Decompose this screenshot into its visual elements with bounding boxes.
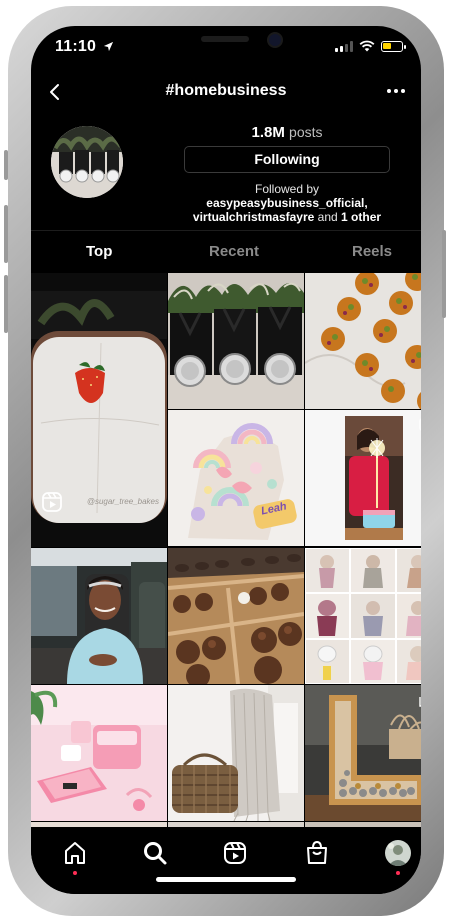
battery-icon xyxy=(381,40,406,52)
page-title: #homebusiness xyxy=(165,82,287,99)
volume-down-button xyxy=(4,275,8,333)
reel-watermark: @sugar_tree_bakes xyxy=(86,497,159,506)
app-screen: 11:10 #homebusiness 1.8M posts Following… xyxy=(31,26,421,894)
pistachio-cookies-image xyxy=(305,273,421,409)
status-time: 11:10 xyxy=(55,38,114,56)
others-link[interactable]: 1 other xyxy=(341,210,381,224)
profile-avatar-icon[interactable] xyxy=(385,840,411,866)
follower-link[interactable]: virtualchristmasfayre xyxy=(193,210,314,224)
front-camera xyxy=(269,34,281,46)
birthday-sparkler-image xyxy=(305,410,421,546)
grid-post-knitted-dolls[interactable] xyxy=(305,548,421,684)
profile-avatar-image xyxy=(385,840,411,866)
tab-reels[interactable]: Reels xyxy=(352,243,392,260)
grid-post-chocolate-trays[interactable] xyxy=(168,548,304,684)
black-boxes-image xyxy=(168,273,304,409)
post-count: 1.8M posts xyxy=(251,124,323,141)
carousel-icon xyxy=(419,697,421,707)
notch xyxy=(129,26,323,60)
post-grid: @sugar_tree_bakes Leah xyxy=(31,273,421,827)
basket-towels-image xyxy=(168,685,304,821)
search-icon[interactable] xyxy=(141,839,169,867)
rainbow-cake-image xyxy=(168,410,304,546)
bottom-nav-bar xyxy=(31,827,421,894)
more-horizontal-icon[interactable] xyxy=(385,84,407,98)
grid-post-birthday-sparkler[interactable] xyxy=(305,410,421,546)
carousel-icon xyxy=(419,418,421,431)
volume-up-button xyxy=(4,205,8,263)
tab-top[interactable]: Top xyxy=(86,243,112,260)
chocolate-trays-image xyxy=(168,548,304,684)
phone-frame: 11:10 #homebusiness 1.8M posts Following… xyxy=(0,0,450,920)
follower-link[interactable]: easypeasybusiness_official xyxy=(206,196,364,210)
grid-post-woman-on-train[interactable] xyxy=(31,548,167,684)
status-icons xyxy=(335,40,406,52)
reels-icon xyxy=(42,492,62,512)
signal-strength-icon xyxy=(335,40,353,52)
grid-post-white-cake-reel[interactable]: @sugar_tree_bakes xyxy=(31,273,167,547)
reels-icon[interactable] xyxy=(221,839,249,867)
wifi-icon xyxy=(359,40,375,52)
top-header: #homebusiness xyxy=(31,70,421,114)
grid-post-basket-towels[interactable] xyxy=(168,685,304,821)
profile-notification-dot xyxy=(396,871,400,875)
grid-post-black-boxes-badges[interactable] xyxy=(168,273,304,409)
home-notification-dot xyxy=(73,871,77,875)
hashtag-avatar[interactable] xyxy=(51,126,123,198)
letter-l-bank-image xyxy=(305,685,421,821)
grid-post-letter-l-piggy-bank[interactable] xyxy=(305,685,421,821)
following-button[interactable]: Following xyxy=(184,146,390,173)
pink-label-printer-image xyxy=(31,685,167,821)
location-arrow-icon xyxy=(103,41,113,52)
mute-switch xyxy=(4,150,8,180)
hashtag-summary: 1.8M posts Following Followed by easypea… xyxy=(31,122,421,230)
content-tabs: Top Recent Reels xyxy=(31,230,421,275)
hashtag-avatar-image xyxy=(51,126,123,198)
woman-on-train-image xyxy=(31,548,167,684)
home-icon[interactable] xyxy=(61,839,89,867)
knitted-dolls-image xyxy=(305,548,421,684)
home-indicator xyxy=(156,877,296,882)
followed-by-text[interactable]: Followed by easypeasybusiness_official, … xyxy=(141,182,421,224)
power-button xyxy=(442,230,446,318)
grid-post-pistachio-cookies[interactable] xyxy=(305,273,421,409)
shopping-bag-icon[interactable] xyxy=(303,839,331,867)
tab-recent[interactable]: Recent xyxy=(209,243,259,260)
grid-post-pink-label-printer[interactable] xyxy=(31,685,167,821)
grid-post-rainbow-number-cake[interactable]: Leah xyxy=(168,410,304,546)
earpiece-speaker xyxy=(201,36,249,42)
